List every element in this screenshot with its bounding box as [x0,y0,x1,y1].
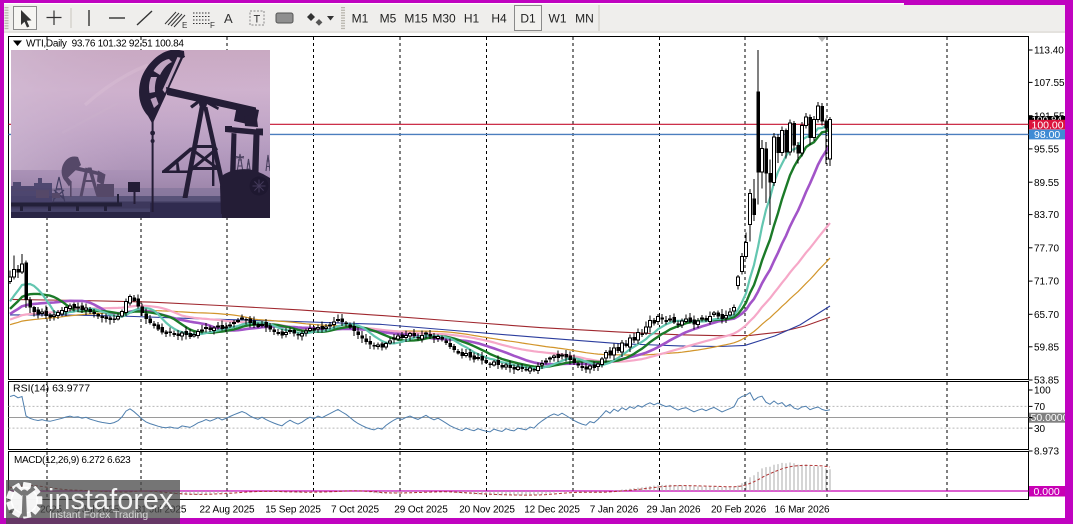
svg-text:95.55: 95.55 [1034,145,1059,156]
svg-text:MACD(12,26,9) 6.272 6.623: MACD(12,26,9) 6.272 6.623 [14,455,131,466]
svg-text:M30: M30 [432,12,456,26]
svg-text:59.85: 59.85 [1034,342,1059,353]
svg-text:W1: W1 [549,12,567,26]
svg-text:D1: D1 [520,12,536,26]
svg-text:RSI(14) 63.9777: RSI(14) 63.9777 [13,383,90,395]
svg-text:77.70: 77.70 [1034,243,1059,254]
svg-text:12 Dec 2025: 12 Dec 2025 [524,505,580,516]
svg-text:T: T [254,14,261,26]
svg-text:30: 30 [1034,424,1046,435]
svg-text:16 Mar 2026: 16 Mar 2026 [774,505,830,516]
svg-text:M15: M15 [404,12,428,26]
svg-text:50.0000: 50.0000 [1031,412,1069,424]
svg-text:89.55: 89.55 [1034,178,1059,189]
svg-text:83.70: 83.70 [1034,210,1059,221]
svg-text:65.70: 65.70 [1034,310,1059,321]
svg-text:MN: MN [575,12,594,26]
svg-text:71.70: 71.70 [1034,277,1059,288]
svg-text:98.00: 98.00 [1034,129,1060,141]
svg-text:Instant Forex Trading: Instant Forex Trading [49,509,148,521]
svg-text:E: E [182,21,187,30]
svg-text:29 Jan 2026: 29 Jan 2026 [647,505,701,516]
svg-text:107.55: 107.55 [1034,78,1065,89]
svg-text:29 Oct 2025: 29 Oct 2025 [394,505,448,516]
svg-text:7 Jan 2026: 7 Jan 2026 [590,505,639,516]
svg-text:F: F [210,21,215,30]
svg-text:0.000: 0.000 [1034,486,1060,498]
svg-text:113.40: 113.40 [1034,46,1064,57]
svg-text:H4: H4 [491,12,507,26]
svg-text:A: A [224,11,233,26]
svg-text:H1: H1 [464,12,480,26]
svg-text:WTI,Daily 93.76 101.32 92.51: WTI,Daily 93.76 101.32 92.51 100.84 [26,39,184,50]
svg-text:100: 100 [1034,386,1051,397]
svg-text:20 Nov 2025: 20 Nov 2025 [459,505,515,516]
svg-text:20 Feb 2026: 20 Feb 2026 [711,505,767,516]
svg-text:M5: M5 [380,12,397,26]
svg-text:15 Sep 2025: 15 Sep 2025 [265,505,321,516]
svg-text:M1: M1 [352,12,369,26]
svg-text:7 Oct 2025: 7 Oct 2025 [331,505,379,516]
svg-text:8.973: 8.973 [1034,447,1059,458]
svg-text:22 Aug 2025: 22 Aug 2025 [199,505,255,516]
